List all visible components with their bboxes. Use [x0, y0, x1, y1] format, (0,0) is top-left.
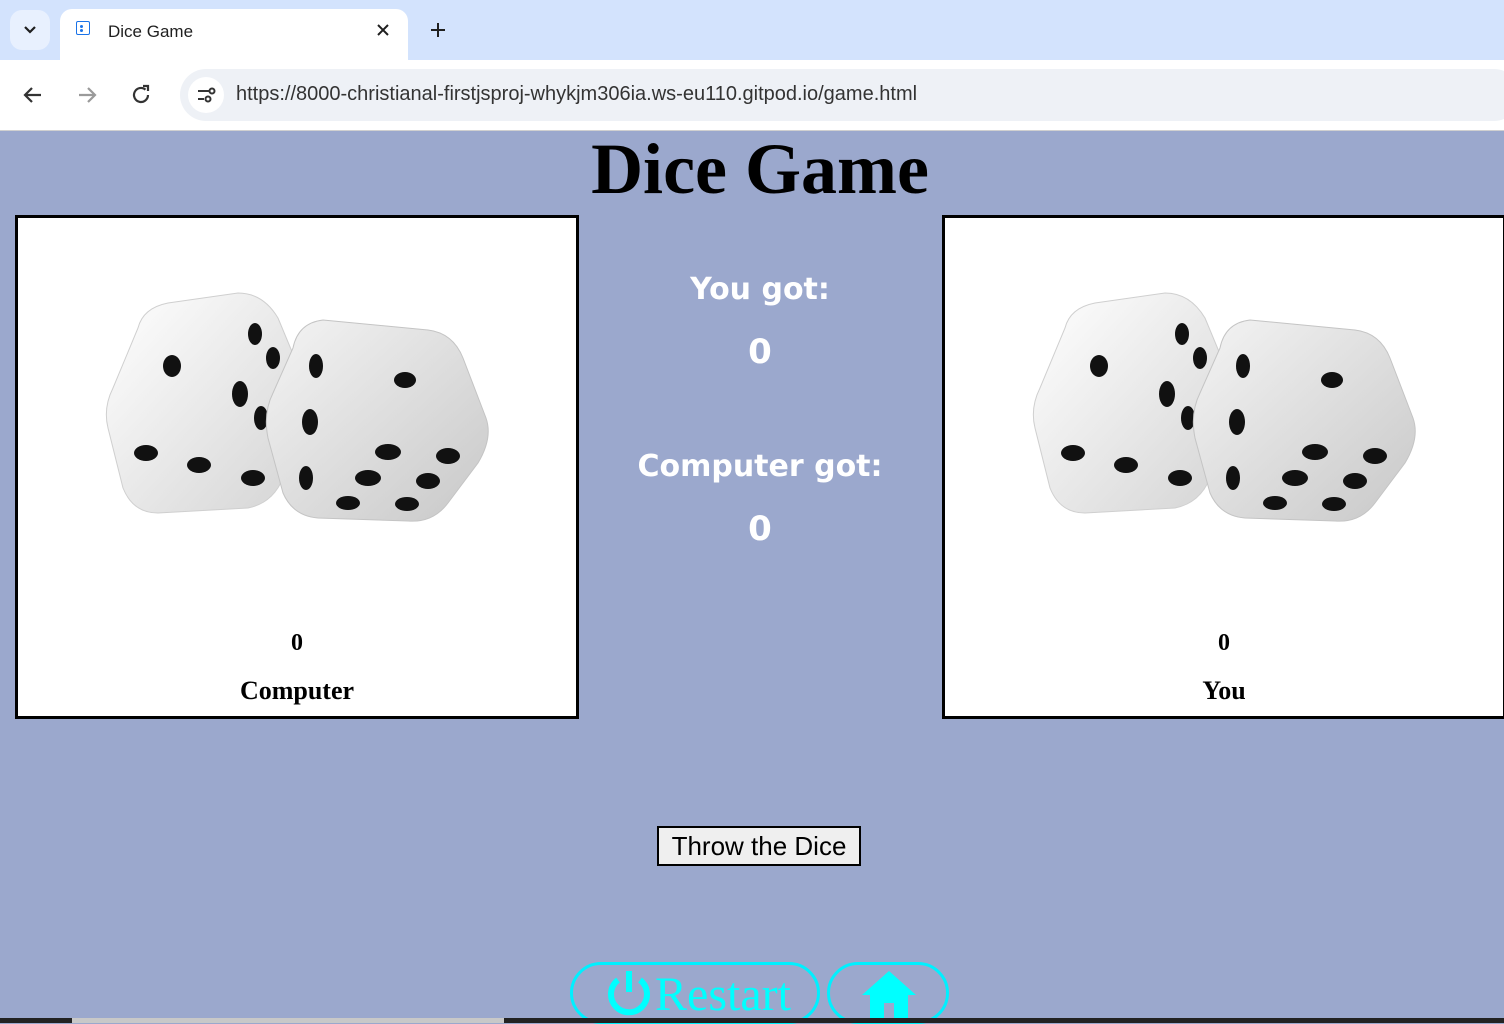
tab-strip: Dice Game [0, 0, 1504, 61]
you-got-label: You got: [690, 272, 830, 307]
forward-button[interactable] [69, 77, 105, 113]
dice-image [105, 292, 489, 522]
close-icon[interactable] [372, 19, 394, 41]
you-got-value: 0 [748, 332, 772, 372]
tab-title: Dice Game [108, 22, 194, 41]
you-score: 0 [1218, 630, 1230, 656]
dice-image [1032, 292, 1416, 522]
computer-score: 0 [291, 630, 303, 656]
computer-got-label: Computer got: [637, 449, 883, 484]
arrow-right-icon [79, 87, 97, 103]
restart-button[interactable]: Restart [570, 962, 820, 1024]
browser-toolbar: https://8000-christianal-firstjsproj-why… [0, 60, 1504, 131]
address-bar[interactable]: https://8000-christianal-firstjsproj-why… [180, 69, 1504, 121]
restart-label: Restart [655, 968, 791, 1021]
chevron-down-icon [24, 26, 36, 34]
computer-label: Computer [239, 676, 355, 705]
reload-button[interactable] [123, 77, 159, 113]
dice-favicon-icon [76, 21, 90, 35]
new-tab-button[interactable] [424, 14, 452, 46]
back-button[interactable] [15, 77, 51, 113]
home-button[interactable] [827, 962, 949, 1024]
site-info-button[interactable] [188, 77, 224, 113]
plus-icon [431, 23, 445, 37]
you-panel: 0 You [942, 215, 1504, 719]
arrow-left-icon [23, 87, 41, 103]
throw-dice-button[interactable]: Throw the Dice [657, 826, 861, 866]
power-icon [608, 971, 650, 1016]
tune-icon [198, 87, 216, 103]
url-text: https://8000-christianal-firstjsproj-why… [236, 83, 918, 105]
you-label: You [1202, 676, 1246, 705]
home-icon [862, 971, 916, 1019]
tab-search-button[interactable] [10, 10, 50, 50]
tab-dice-game[interactable]: Dice Game [60, 9, 408, 61]
computer-panel: 0 Computer [15, 215, 579, 719]
page-title: Dice Game [591, 129, 929, 209]
reload-icon [132, 84, 150, 104]
horizontal-scrollbar[interactable] [0, 1018, 1504, 1023]
computer-got-value: 0 [748, 509, 772, 549]
scrollbar-thumb[interactable] [72, 1018, 504, 1023]
